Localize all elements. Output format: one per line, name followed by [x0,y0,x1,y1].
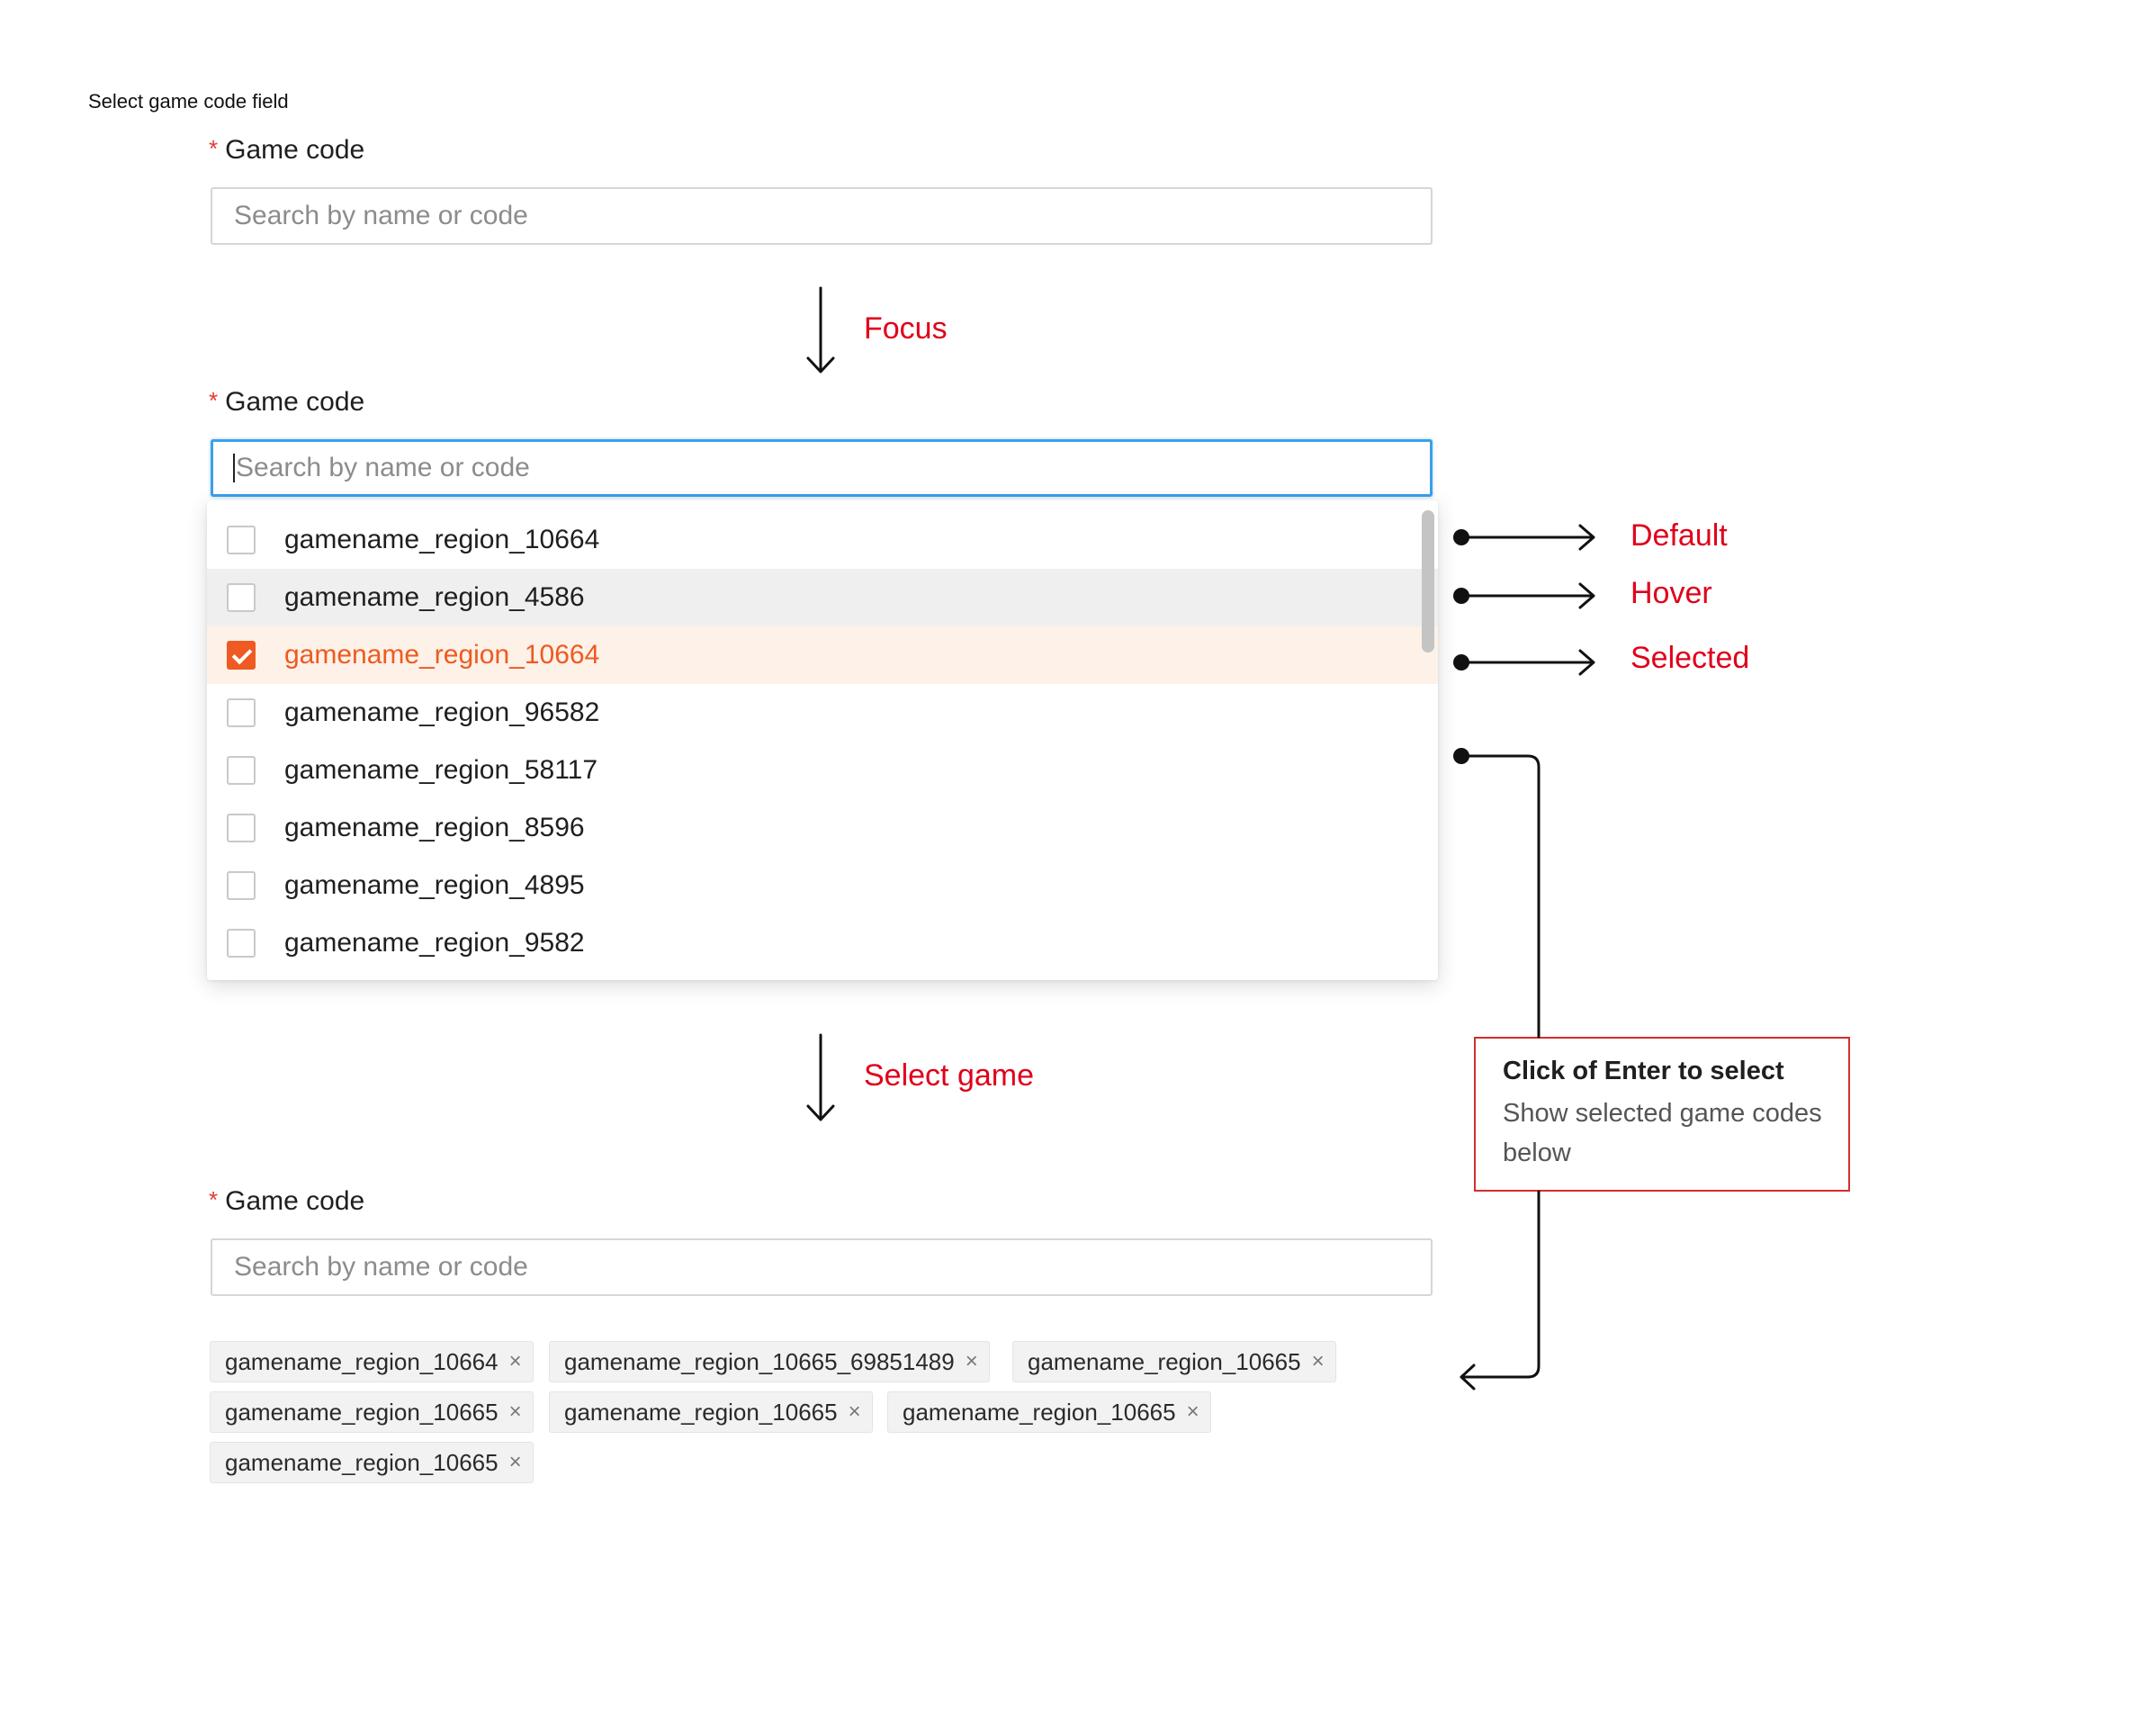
arrow-down-icon [806,286,835,374]
annotation-arrows [806,286,1595,1390]
connector-dot [1453,588,1469,604]
arrow-down-icon [806,1033,835,1121]
connector-dot [1453,748,1469,764]
arrow-right-icon [1460,649,1595,676]
elbow-connector [1460,754,1541,1039]
elbow-connector [1460,1190,1541,1379]
arrow-right-icon [1460,582,1595,609]
arrow-right-icon [1460,524,1595,551]
connector-dot [1453,654,1469,670]
connector-dot [1453,529,1469,545]
